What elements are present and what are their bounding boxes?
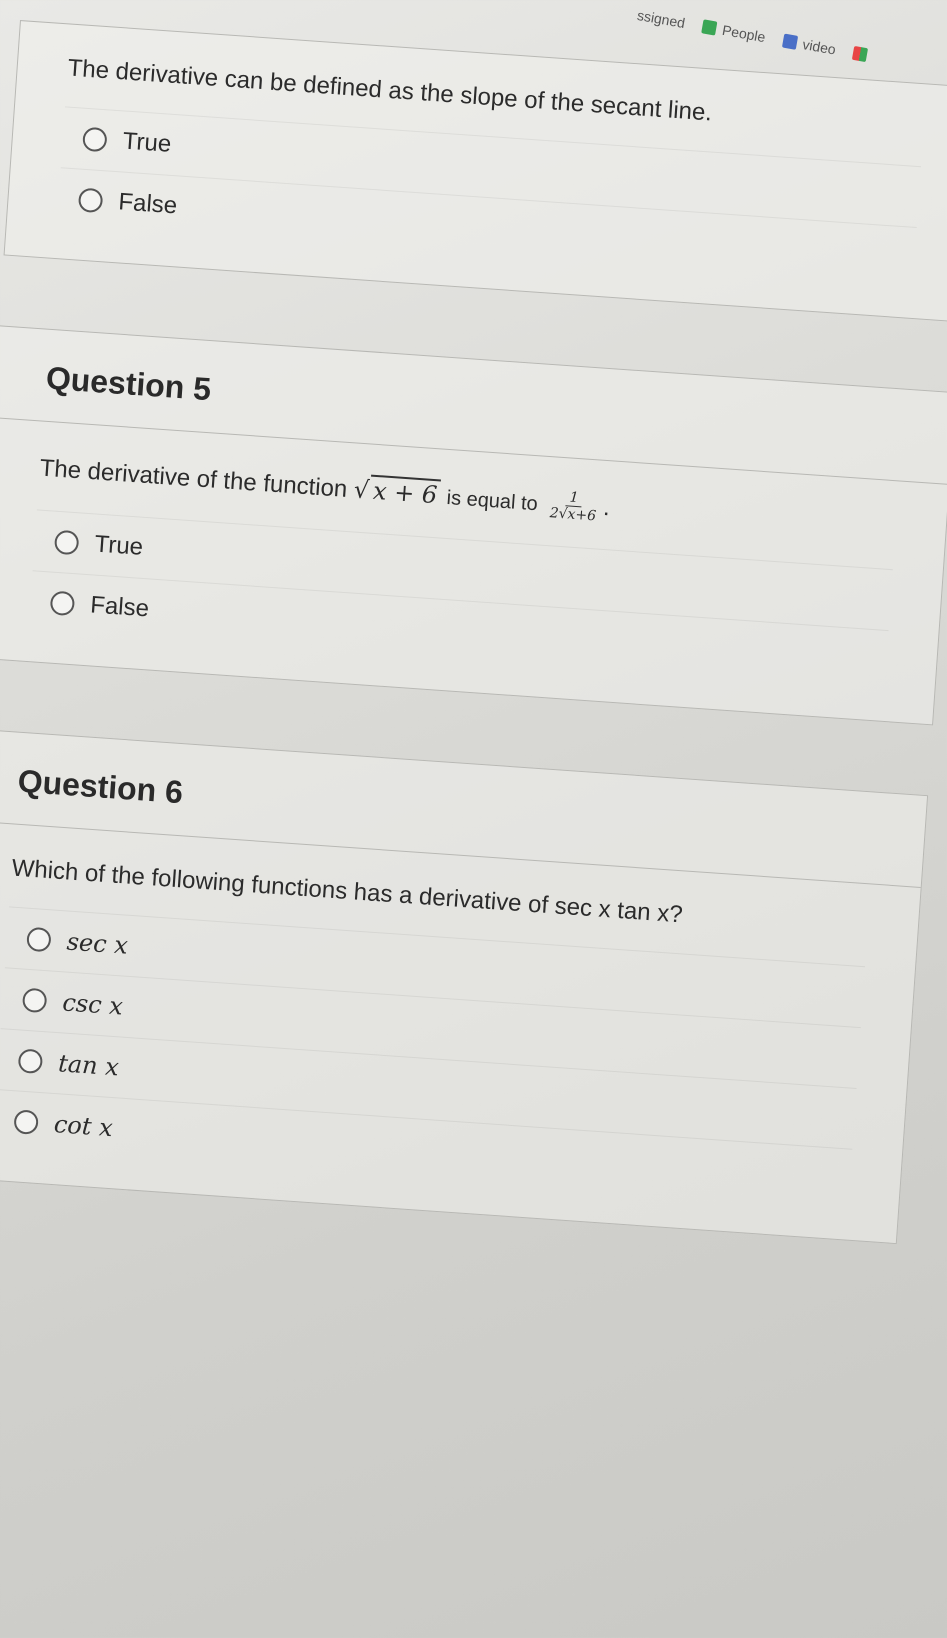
option-label: True <box>121 127 173 158</box>
sqrt-expression: √x + 6 <box>353 474 442 510</box>
question-5-text-prefix: The derivative of the function <box>38 454 349 503</box>
question-5-text-end: . <box>602 493 611 522</box>
option-label: True <box>93 530 144 561</box>
bookmark-assigned-label: ssigned <box>636 6 687 32</box>
option-label: tan x <box>57 1049 120 1082</box>
radio-button[interactable] <box>21 987 48 1014</box>
question-5-card: Question 5 The derivative of the functio… <box>0 325 947 726</box>
bookmark-people[interactable]: People <box>701 18 767 46</box>
option-label: cot x <box>53 1110 114 1143</box>
option-label: csc x <box>61 988 124 1021</box>
question-4-card: The derivative can be defined as the slo… <box>3 20 947 323</box>
fraction-denominator: 2√x+6 <box>549 505 597 525</box>
bookmark-video-label: video <box>801 36 838 58</box>
radio-button[interactable] <box>53 529 80 556</box>
option-label: sec x <box>65 927 129 960</box>
question-5-text-mid: is equal to <box>445 486 539 516</box>
sqrt-radicand: x + 6 <box>369 474 442 510</box>
option-label: False <box>117 188 179 220</box>
people-icon <box>701 19 718 36</box>
quiz-page: The derivative can be defined as the slo… <box>0 20 947 1314</box>
fraction-numerator: 1 <box>564 489 584 508</box>
bookmark-apps[interactable] <box>852 45 869 63</box>
question-6-card: Question 6 Which of the following functi… <box>0 728 929 1245</box>
radio-button[interactable] <box>77 187 104 214</box>
radio-button[interactable] <box>82 126 108 153</box>
bookmark-people-label: People <box>720 21 767 46</box>
radio-button[interactable] <box>26 926 52 953</box>
radio-button[interactable] <box>13 1109 39 1136</box>
video-icon <box>781 33 799 50</box>
fraction: 1 2√x+6 <box>549 488 598 525</box>
bookmark-video[interactable]: video <box>781 33 838 58</box>
browser-bookmarks-bar: ssigned People video <box>635 0 870 70</box>
radio-button[interactable] <box>17 1048 44 1075</box>
option-label: False <box>89 591 150 623</box>
radio-button[interactable] <box>49 590 76 617</box>
apps-icon <box>852 45 869 63</box>
bookmark-assigned[interactable]: ssigned <box>636 7 686 31</box>
